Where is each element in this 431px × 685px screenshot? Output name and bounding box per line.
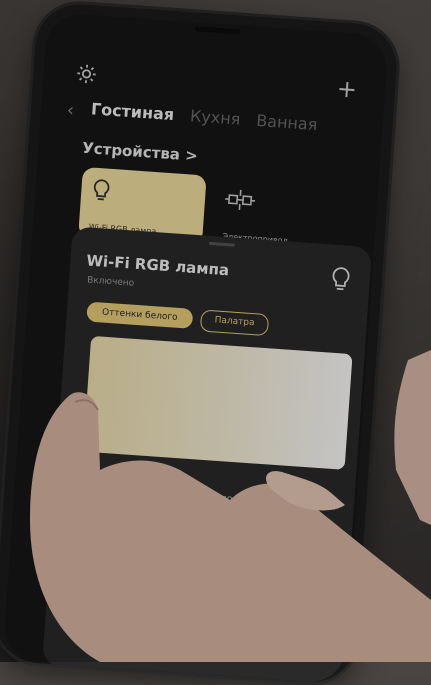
photo-dim-overlay: [0, 0, 431, 662]
